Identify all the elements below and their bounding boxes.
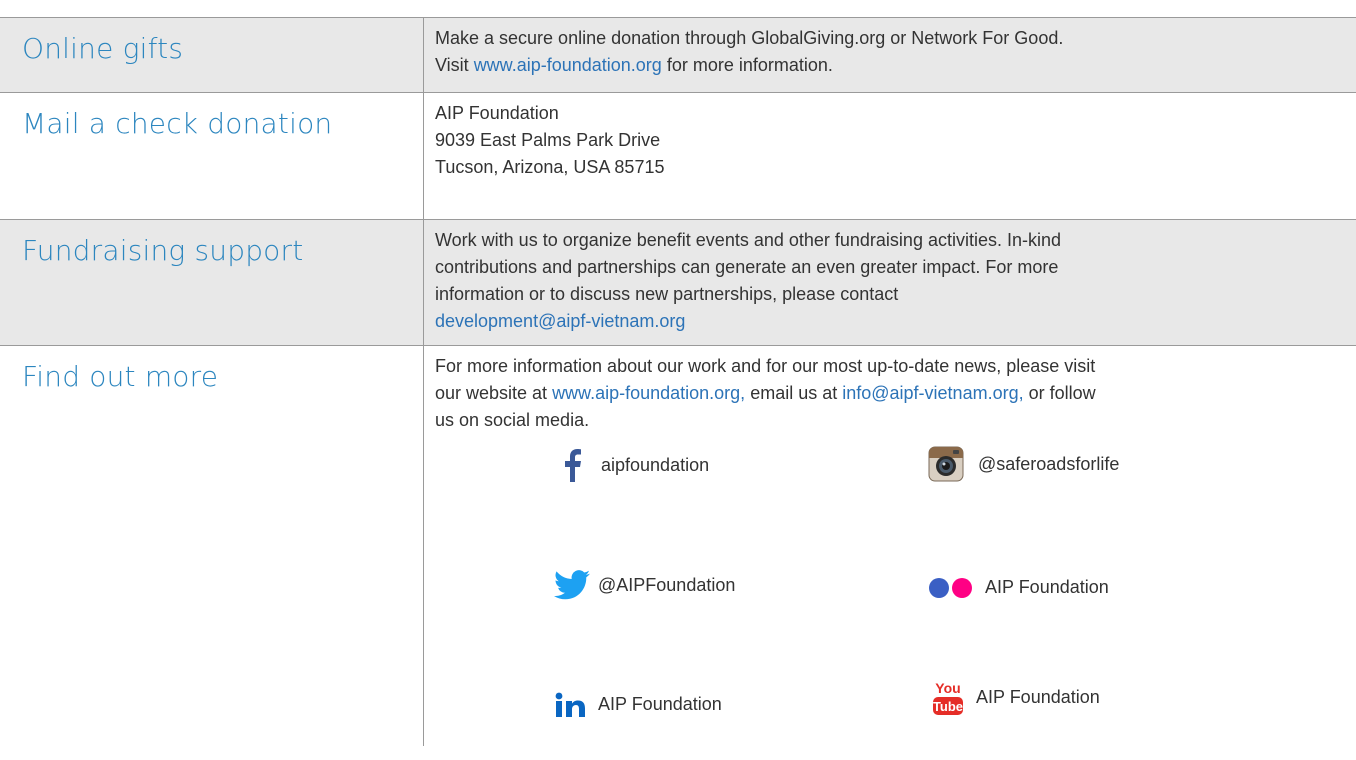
text-segment: our website at (435, 383, 553, 403)
text-segment: Work with us to organize benefit events … (435, 230, 1062, 250)
text-line: Work with us to organize benefit events … (435, 227, 1346, 254)
twitter-icon (554, 570, 590, 600)
text-segment: Visit (435, 55, 474, 75)
text-link[interactable]: info@aipf-vietnam.org, (842, 383, 1023, 403)
text-link[interactable]: www.aip-foundation.org, (552, 383, 745, 403)
social-media-list: aipfoundation @saferoadsforlife @AIPFoun… (435, 434, 1346, 717)
text-segment: email us at (745, 383, 843, 403)
text-segment: For more information about our work and … (435, 356, 1096, 376)
text-line: 9039 East Palms Park Drive (435, 127, 1346, 154)
svg-text:You: You (935, 680, 960, 696)
linkedin-icon (555, 692, 585, 717)
row-fundraising-support: Fundraising support Work with us to orga… (0, 220, 1356, 346)
social-facebook[interactable]: aipfoundation (561, 448, 709, 482)
text-line: development@aipf-vietnam.org (435, 308, 1346, 335)
row-body: AIP Foundation 9039 East Palms Park Drive… (424, 93, 1356, 219)
text-segment: Tucson, Arizona, USA 85715 (435, 157, 665, 177)
social-flickr[interactable]: AIP Foundation (928, 574, 1109, 601)
text-segment: information or to discuss new partnershi… (435, 284, 899, 304)
row-heading: Mail a check donation (0, 93, 424, 219)
text-link[interactable]: development@aipf-vietnam.org (435, 311, 685, 331)
text-segment: contributions and partnerships can gener… (435, 257, 1059, 277)
text-line: contributions and partnerships can gener… (435, 254, 1346, 281)
row-body: For more information about our work and … (435, 353, 1346, 434)
text-segment: 9039 East Palms Park Drive (435, 130, 661, 150)
social-label: AIP Foundation (598, 694, 722, 714)
facebook-icon (565, 449, 581, 482)
youtube-icon: You Tube (933, 680, 963, 715)
text-line: For more information about our work and … (435, 353, 1346, 380)
text-segment: Make a secure online donation through Gl… (435, 28, 1064, 48)
flickr-icon (929, 577, 972, 598)
text-line: information or to discuss new partnershi… (435, 281, 1346, 308)
row-find-out-more: Find out more For more information about… (0, 346, 1356, 746)
social-label: AIP Foundation (976, 686, 1100, 707)
row-body: Make a secure online donation through Gl… (424, 18, 1356, 92)
row-heading: Find out more (0, 346, 424, 746)
row-mail-check: Mail a check donation AIP Foundation 9039… (0, 93, 1356, 220)
text-link[interactable]: www.aip-foundation.org (474, 55, 662, 75)
social-label: @AIPFoundation (598, 574, 736, 595)
row-online-gifts: Online gifts Make a secure online donati… (0, 18, 1356, 93)
text-line: Make a secure online donation through Gl… (435, 25, 1346, 52)
social-label: aipfoundation (601, 454, 710, 475)
social-label: AIP Foundation (985, 577, 1109, 597)
text-segment: for more information. (661, 55, 833, 75)
svg-text:Tube: Tube (933, 699, 963, 714)
social-twitter[interactable]: @AIPFoundation (554, 570, 735, 600)
row-heading: Fundraising support (0, 220, 424, 345)
text-line: us on social media. (435, 407, 1346, 434)
text-segment: AIP Foundation (435, 103, 559, 123)
text-line: Visit www.aip-foundation.org for more in… (435, 52, 1346, 79)
row-body: Work with us to organize benefit events … (424, 220, 1356, 345)
row-body-container: For more information about our work and … (424, 346, 1356, 717)
donation-table: Online gifts Make a secure online donati… (0, 17, 1356, 746)
instagram-icon (928, 446, 964, 482)
social-linkedin[interactable]: AIP Foundation (555, 691, 722, 718)
social-youtube[interactable]: You Tube AIP Foundation (932, 678, 1100, 716)
social-label: @saferoadsforlife (978, 453, 1120, 474)
text-line: AIP Foundation (435, 100, 1346, 127)
text-line: our website at www.aip-foundation.org, e… (435, 380, 1346, 407)
text-segment: or follow (1023, 383, 1096, 403)
social-instagram[interactable]: @saferoadsforlife (928, 446, 1119, 482)
row-heading: Online gifts (0, 18, 424, 92)
text-segment: us on social media. (435, 410, 590, 430)
text-line: Tucson, Arizona, USA 85715 (435, 154, 1346, 181)
